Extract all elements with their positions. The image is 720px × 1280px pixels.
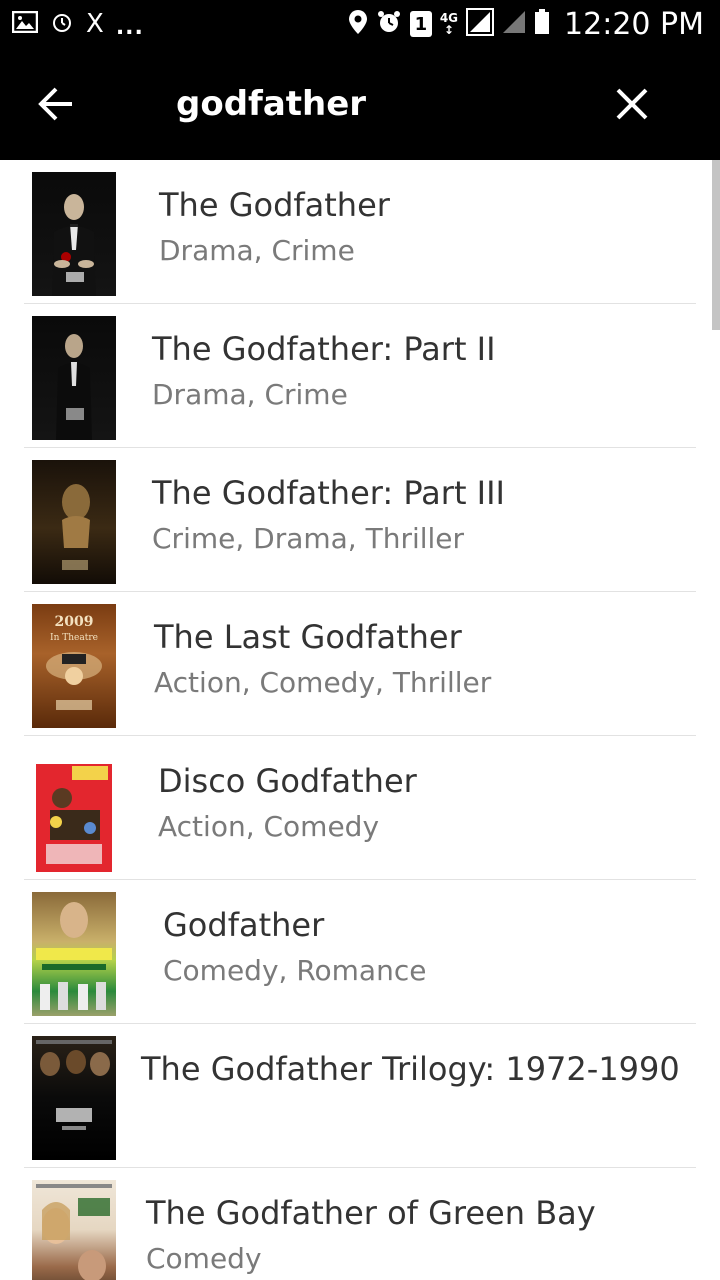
list-item[interactable]: Disco Godfather Action, Comedy bbox=[24, 736, 696, 880]
network-type-indicator: 4G ↕ bbox=[439, 11, 459, 37]
list-item[interactable]: The Godfather of Green Bay Comedy bbox=[24, 1168, 696, 1280]
movie-title: Disco Godfather bbox=[158, 762, 417, 800]
signal-icon-2 bbox=[502, 10, 526, 38]
movie-genres: Action, Comedy, Thriller bbox=[154, 666, 492, 699]
movie-title: The Godfather: Part II bbox=[152, 330, 496, 368]
more-dots-icon: ... bbox=[115, 14, 144, 40]
movie-title: The Last Godfather bbox=[154, 618, 462, 656]
list-item[interactable]: 2009 In Theatre The Last Godfather Actio… bbox=[24, 592, 696, 736]
clock-time: 12:20 PM bbox=[564, 6, 704, 42]
battery-icon bbox=[534, 9, 550, 39]
movie-genres: Comedy bbox=[146, 1242, 262, 1275]
search-input[interactable]: godfather bbox=[176, 82, 366, 126]
movie-poster bbox=[32, 172, 116, 296]
close-icon bbox=[616, 88, 648, 120]
movie-genres: Comedy, Romance bbox=[163, 954, 427, 987]
list-item[interactable]: The Godfather Trilogy: 1972-1990 bbox=[24, 1024, 696, 1168]
movie-poster bbox=[32, 460, 116, 584]
movie-genres: Action, Comedy bbox=[158, 810, 380, 843]
alarm-icon bbox=[50, 10, 74, 38]
image-icon bbox=[11, 10, 39, 37]
movie-poster bbox=[32, 892, 116, 1016]
movie-genres: Drama, Crime bbox=[159, 234, 355, 267]
movie-genres: Crime, Drama, Thriller bbox=[152, 522, 465, 555]
search-results-list: The Godfather Drama, Crime The Godfather… bbox=[0, 160, 720, 1280]
movie-title: The Godfather Trilogy: 1972-1990 bbox=[141, 1050, 680, 1088]
movie-title: The Godfather of Green Bay bbox=[146, 1194, 596, 1232]
list-item[interactable]: Godfather Comedy, Romance bbox=[24, 880, 696, 1024]
list-scrollbar[interactable] bbox=[712, 160, 720, 330]
x-icon: X bbox=[86, 9, 104, 39]
clear-search-button[interactable] bbox=[612, 84, 652, 124]
status-bar: X ... 1 4G ↕ 12:20 PM bbox=[0, 0, 720, 48]
movie-title: The Godfather bbox=[159, 186, 390, 224]
movie-poster bbox=[32, 316, 116, 440]
network-type-label: 4G bbox=[439, 11, 459, 25]
list-item[interactable]: The Godfather Drama, Crime bbox=[24, 160, 696, 304]
movie-genres: Drama, Crime bbox=[152, 378, 348, 411]
movie-poster: 2009 In Theatre bbox=[32, 604, 116, 728]
sim-badge: 1 bbox=[409, 11, 432, 37]
movie-poster bbox=[32, 1180, 116, 1280]
movie-title: Godfather bbox=[163, 906, 325, 944]
movie-title: The Godfather: Part III bbox=[152, 474, 505, 512]
location-icon bbox=[348, 9, 368, 39]
list-item[interactable]: The Godfather: Part III Crime, Drama, Th… bbox=[24, 448, 696, 592]
alarm-clock-icon bbox=[376, 9, 402, 39]
back-button[interactable] bbox=[36, 84, 76, 124]
arrow-left-icon bbox=[38, 87, 72, 121]
signal-icon bbox=[466, 8, 495, 40]
poster-year-text: 2009 bbox=[55, 614, 94, 630]
movie-poster bbox=[32, 1036, 116, 1160]
list-item[interactable]: The Godfather: Part II Drama, Crime bbox=[24, 304, 696, 448]
poster-subtitle-text: In Theatre bbox=[50, 633, 98, 643]
search-app-bar: godfather bbox=[0, 48, 720, 160]
status-bar-right: 1 4G ↕ 12:20 PM bbox=[348, 6, 704, 42]
status-bar-left: X ... bbox=[11, 8, 144, 40]
movie-poster bbox=[32, 748, 116, 872]
